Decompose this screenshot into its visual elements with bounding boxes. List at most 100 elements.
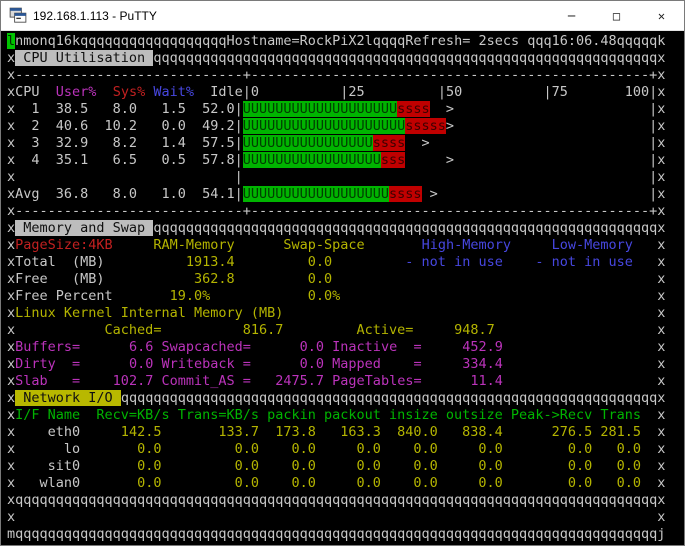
terminal-segment: x: [7, 356, 16, 372]
terminal-right-border: x: [657, 339, 666, 355]
terminal-right-border: x: [657, 373, 666, 389]
terminal-segment: sss: [380, 152, 406, 168]
terminal-segment: sssss: [405, 118, 446, 134]
terminal-segment: Memory and Swap: [15, 220, 154, 236]
terminal-segment: 334.4: [421, 356, 503, 372]
terminal-right-border: x: [657, 135, 666, 151]
terminal-segment: 16:06.48: [551, 33, 617, 49]
terminal-segment: 0.0: [234, 271, 333, 287]
terminal-segment: Low-Memory: [551, 237, 633, 253]
terminal-segment: x: [7, 390, 16, 406]
terminal-right-border: x: [657, 492, 666, 508]
terminal-segment: +: [649, 67, 658, 83]
terminal-segment: Swap-Space: [283, 237, 365, 253]
terminal-segment: |: [649, 118, 658, 134]
terminal-segment: x: [7, 135, 16, 151]
terminal-segment: sit0: [15, 458, 81, 474]
terminal-segment: 11.4: [421, 373, 503, 389]
terminal-segment: [503, 373, 657, 389]
terminal-segment: ----------------------------------------…: [250, 203, 650, 219]
terminal-segment: UUUUUUUUUUUUUUUUUUUU: [242, 118, 406, 134]
terminal-segment: [454, 118, 649, 134]
terminal-segment: >: [445, 118, 455, 134]
terminal-segment: x: [7, 407, 16, 423]
terminal-segment: [283, 305, 657, 321]
terminal-segment: x: [7, 186, 16, 202]
terminal-segment: [96, 84, 112, 100]
terminal-segment: qqqqqqqqqqqqqqqqqqqqqqqqqqqqqqqqqqqqqqqq…: [120, 390, 658, 406]
terminal-segment: 362.8: [104, 271, 235, 287]
terminal-segment: m: [7, 526, 16, 542]
terminal-segment: 1913.4: [104, 254, 235, 270]
title-bar[interactable]: 192.168.1.113 - PuTTY ─ □ ✕: [1, 1, 684, 31]
terminal-segment: Inactive =: [332, 339, 422, 355]
terminal-segment: Free Percent: [15, 288, 113, 304]
terminal-segment: ----------------------------------------…: [250, 67, 650, 83]
terminal-segment: 816.7: [161, 322, 284, 338]
terminal-line: xFree Percent 19.0% 0.0% x: [7, 288, 665, 305]
terminal-line: x Memory and Swap qqqqqqqqqqqqqqqqqqqqqq…: [7, 220, 665, 237]
terminal-line: x lo 0.0 0.0 0.0 0.0 0.0 0.0 0.0 0.0 x: [7, 441, 665, 458]
terminal-segment: 0.0 0.0 0.0 0.0 0.0 0.0 0.0 0.0: [80, 458, 641, 474]
terminal-segment: Sys%: [112, 84, 146, 100]
terminal-segment: [641, 458, 657, 474]
terminal-segment: qqqqqqqqqqqqqqqqqqqqqqqqqqqqqqqqqqqqqqqq…: [15, 492, 658, 508]
terminal-segment: 0.0 0.0 0.0 0.0 0.0 0.0 0.0 0.0: [80, 441, 641, 457]
terminal-segment: PageTables=: [332, 373, 422, 389]
terminal-right-border: x: [657, 424, 666, 440]
terminal-right-border: x: [657, 288, 666, 304]
terminal-segment: UUUUUUUUUUUUUUUUUUU: [242, 101, 398, 117]
terminal-segment: [503, 254, 536, 270]
terminal-segment: +: [242, 203, 251, 219]
terminal-segment: x: [7, 373, 16, 389]
terminal-right-border: x: [657, 390, 666, 406]
terminal-segment: [365, 237, 422, 253]
terminal-segment: 948.7: [413, 322, 495, 338]
terminal-right-border: x: [657, 458, 666, 474]
terminal-right-border: x: [657, 169, 666, 185]
terminal-segment: x: [7, 288, 16, 304]
terminal-segment: [324, 339, 332, 355]
terminal-segment: [454, 152, 649, 168]
terminal-segment: 102.7: [80, 373, 154, 389]
window-controls: ─ □ ✕: [549, 1, 684, 30]
terminal-segment: UUUUUUUUUUUUUUUUU: [242, 152, 381, 168]
terminal-segment: +: [649, 203, 658, 219]
terminal-segment: x: [7, 50, 16, 66]
terminal-right-border: x: [657, 50, 666, 66]
terminal-segment: x: [7, 101, 16, 117]
terminal-line: xDirty = 0.0 Writeback = 0.0 Mapped = 33…: [7, 356, 665, 373]
terminal-segment: 2 40.6 10.2 0.0 49.2|: [15, 118, 243, 134]
terminal-line: xBuffers= 6.6 Swapcached= 0.0 Inactive =…: [7, 339, 665, 356]
terminal-segment: [641, 424, 657, 440]
terminal-right-border: x: [657, 305, 666, 321]
close-button[interactable]: ✕: [639, 1, 684, 30]
terminal-segment: ssss: [372, 135, 406, 151]
terminal-segment: 0.0: [80, 356, 154, 372]
terminal-segment: [194, 84, 210, 100]
terminal-right-border: x: [657, 220, 666, 236]
minimize-button[interactable]: ─: [549, 1, 594, 30]
terminal-segment: x: [7, 67, 16, 83]
terminal-line: x x: [7, 509, 665, 526]
terminal-right-border: x: [657, 254, 666, 270]
terminal-segment: [324, 356, 332, 372]
terminal-segment: x: [7, 152, 16, 168]
terminal-segment: PageSize:4KB: [15, 237, 113, 253]
terminal-segment: x: [7, 203, 16, 219]
terminal-segment: [332, 254, 405, 270]
terminal-segment: Commit_AS =: [161, 373, 251, 389]
terminal-segment: x: [7, 492, 16, 508]
terminal-line: x----------------------------+----------…: [7, 203, 665, 220]
terminal-right-border: x: [657, 271, 666, 287]
maximize-button[interactable]: □: [594, 1, 639, 30]
terminal-segment: Cached=: [104, 322, 162, 338]
terminal-segment: >: [429, 101, 455, 117]
terminal-segment: |: [649, 101, 658, 117]
terminal-segment: lqqqq: [364, 33, 406, 49]
terminal-segment: 6.6: [80, 339, 154, 355]
terminal[interactable]: lnmonq16kqqqqqqqqqqqqqqqqqqHostname=Rock…: [1, 31, 684, 545]
terminal-right-border: x: [657, 101, 666, 117]
terminal-line: x----------------------------+----------…: [7, 67, 665, 84]
terminal-segment: |: [234, 169, 243, 185]
